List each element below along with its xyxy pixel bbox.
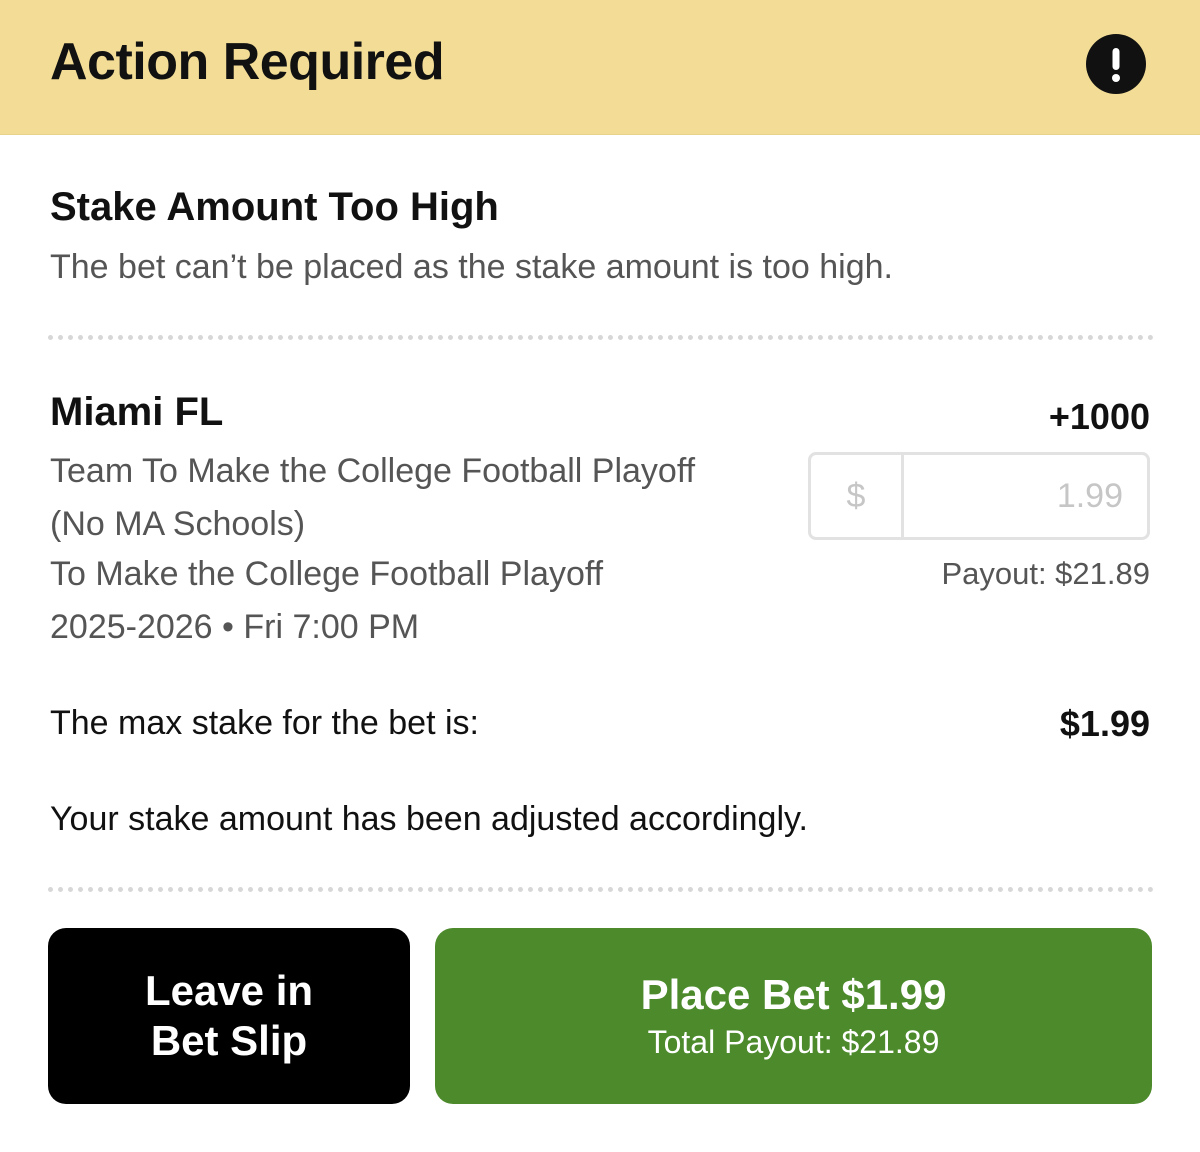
stake-value[interactable]: 1.99 [904, 455, 1123, 537]
stake-input[interactable]: $ 1.99 [808, 452, 1150, 540]
selection-odds: +1000 [1048, 396, 1150, 437]
event-date: 2025-2026 [50, 608, 213, 646]
alert-icon [1086, 34, 1146, 94]
dotted-divider [48, 335, 1154, 340]
dotted-divider [48, 887, 1154, 892]
total-payout-label: Total Payout: $21.89 [647, 1024, 940, 1060]
event-time: Fri 7:00 PM [243, 608, 420, 646]
dialog-header: Action Required [0, 0, 1200, 135]
leave-button-label-line1: Leave in [144, 967, 314, 1014]
error-title: Stake Amount Too High [50, 185, 499, 229]
error-message: The bet can’t be placed as the stake amo… [50, 248, 893, 286]
event-name: To Make the College Football Playoff [50, 555, 604, 593]
currency-symbol: $ [811, 455, 904, 537]
adjusted-message: Your stake amount has been adjusted acco… [50, 800, 808, 838]
leave-in-bet-slip-button[interactable]: Leave in Bet Slip [48, 928, 410, 1104]
dialog-title: Action Required [50, 33, 445, 91]
payout-label: Payout: $21.89 [941, 556, 1150, 591]
place-bet-label: Place Bet $1.99 [640, 971, 947, 1018]
market-name-line2: (No MA Schools) [50, 505, 306, 543]
action-required-dialog: Action Required Stake Amount Too High Th… [0, 0, 1200, 1152]
max-stake-label: The max stake for the bet is: [50, 704, 479, 742]
selection-team: Miami FL [50, 390, 224, 434]
event-datetime: 2025-2026 • Fri 7:00 PM [50, 608, 419, 647]
place-bet-button[interactable]: Place Bet $1.99 Total Payout: $21.89 [435, 928, 1152, 1104]
event-separator: • [212, 608, 244, 646]
max-stake-value: $1.99 [1059, 703, 1150, 744]
leave-button-label-line2: Bet Slip [150, 1017, 308, 1064]
market-name-line1: Team To Make the College Football Playof… [50, 452, 696, 490]
